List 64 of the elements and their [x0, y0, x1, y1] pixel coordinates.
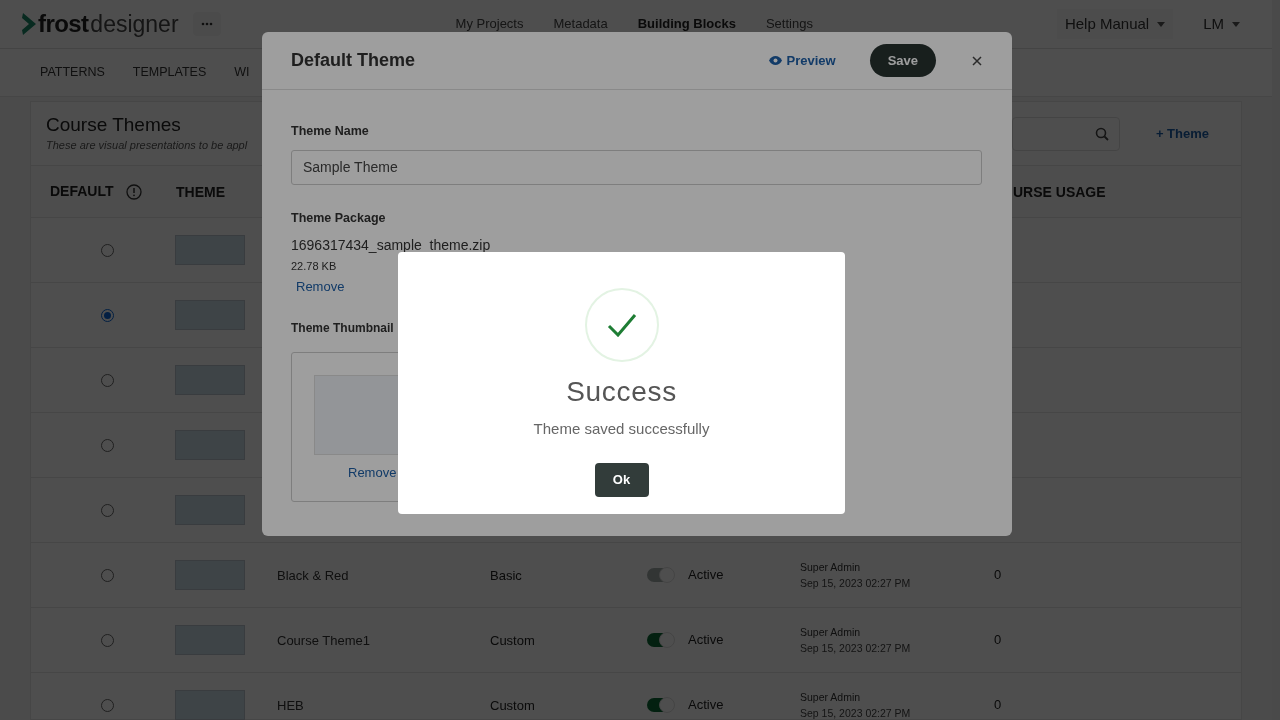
- default-radio[interactable]: [100, 568, 114, 582]
- theme-name: HEB: [277, 698, 304, 713]
- column-header: DEFAULT: [50, 182, 114, 201]
- theme-type: Basic: [490, 568, 522, 583]
- chevron-logo-icon: [22, 12, 38, 36]
- modified-date: Sep 15, 2023 02:27 PM: [800, 706, 912, 720]
- card-title: Course Themes: [46, 113, 182, 138]
- remove-link[interactable]: Remove: [296, 277, 345, 297]
- info-icon: [125, 183, 142, 200]
- nav-link[interactable]: Building Blocks: [637, 14, 736, 34]
- nav-link[interactable]: My Projects: [455, 14, 524, 34]
- dialog-title: Default Theme: [291, 49, 416, 72]
- success-check-icon: [584, 288, 659, 362]
- default-radio[interactable]: [100, 698, 114, 712]
- field-label: Theme Package: [291, 209, 387, 227]
- course-usage: 0: [994, 696, 1002, 715]
- preview-link[interactable]: Preview: [769, 50, 836, 71]
- status-label: Active: [688, 566, 724, 585]
- frost-designer-logo[interactable]: frostdesigner: [22, 12, 179, 36]
- section-tab[interactable]: PATTERNS: [40, 63, 105, 82]
- default-radio[interactable]: [100, 243, 114, 257]
- modified-date: Sep 15, 2023 02:27 PM: [800, 641, 912, 656]
- nav-link[interactable]: Metadata: [553, 14, 608, 34]
- course-usage: 0: [994, 631, 1002, 650]
- status-toggle[interactable]: [647, 633, 674, 647]
- modified-by: Super Admin: [800, 625, 862, 640]
- column-header: URSE USAGE: [1013, 183, 1106, 200]
- save-button[interactable]: Save: [869, 44, 936, 77]
- section-tab[interactable]: TEMPLATES: [132, 63, 207, 82]
- file-name: 1696317434_sample_theme.zip: [291, 235, 492, 255]
- search-field[interactable]: [1011, 116, 1120, 151]
- default-radio[interactable]: [100, 503, 114, 517]
- modified-date: Sep 15, 2023 02:27 PM: [800, 576, 912, 591]
- section-tab[interactable]: WI: [234, 63, 250, 82]
- user-menu-dropdown[interactable]: LM: [1203, 12, 1240, 36]
- success-title: Success: [566, 378, 677, 406]
- ok-button[interactable]: Ok: [594, 462, 649, 497]
- status-label: Active: [688, 696, 724, 715]
- default-radio[interactable]: [100, 438, 114, 452]
- theme-type: Custom: [490, 633, 535, 648]
- default-radio[interactable]: [100, 633, 114, 647]
- status-toggle[interactable]: [647, 698, 674, 712]
- modified-by: Super Admin: [800, 690, 862, 705]
- file-size: 22.78 KB: [291, 258, 338, 274]
- success-message: Theme saved successfully: [533, 419, 710, 439]
- theme-name: Course Theme1: [277, 633, 370, 648]
- field-label: Theme Name: [291, 123, 370, 140]
- caret-icon: [1157, 21, 1166, 27]
- field-label: Theme Thumbnail: [291, 319, 395, 337]
- eye-icon: [769, 56, 783, 65]
- column-header: THEME: [176, 183, 225, 200]
- theme-name-input[interactable]: Sample Theme: [291, 149, 982, 185]
- default-radio[interactable]: [100, 373, 114, 387]
- theme-name: Black & Red: [277, 568, 349, 583]
- close-icon[interactable]: [972, 55, 982, 66]
- nav-link[interactable]: Settings: [765, 14, 813, 34]
- status-label: Active: [688, 631, 724, 650]
- more-icon: [200, 22, 213, 26]
- search-icon: [1094, 126, 1109, 141]
- course-usage: 0: [994, 566, 1002, 585]
- theme-type: Custom: [490, 698, 535, 713]
- modified-by: Super Admin: [800, 560, 862, 575]
- add-theme-link[interactable]: + Theme: [1155, 123, 1209, 144]
- caret-icon: [1232, 21, 1240, 27]
